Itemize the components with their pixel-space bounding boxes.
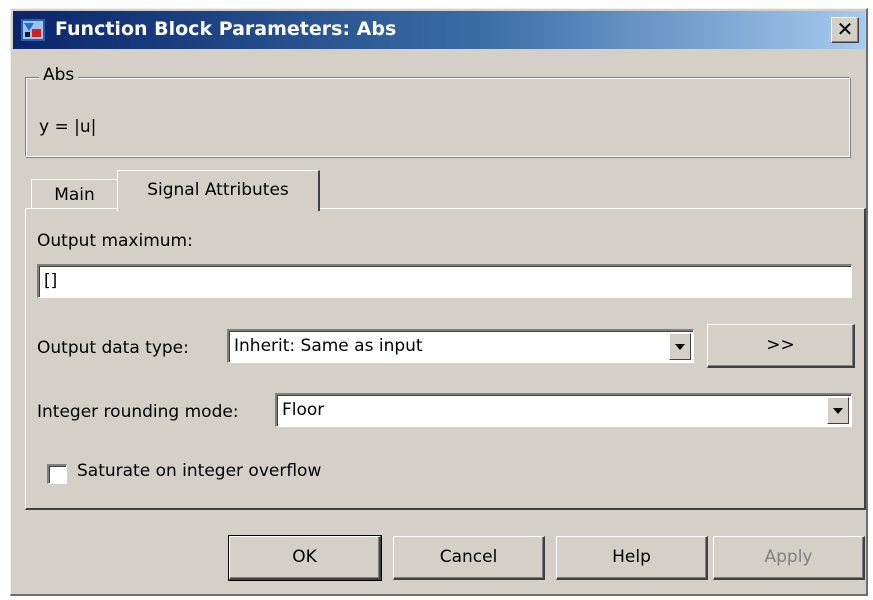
output-data-type-label: Output data type:	[37, 338, 189, 358]
chevron-down-icon[interactable]	[827, 397, 849, 424]
block-description: y = |u|	[39, 117, 97, 137]
integer-rounding-mode-select[interactable]: Floor	[275, 393, 852, 427]
cancel-button[interactable]: Cancel	[393, 536, 545, 580]
integer-rounding-mode-value: Floor	[282, 400, 325, 420]
chevron-down-icon[interactable]	[669, 333, 691, 360]
dialog-window: Function Block Parameters: Abs ✕ Abs y =…	[10, 8, 868, 596]
ok-button[interactable]: OK	[228, 535, 382, 581]
close-button[interactable]: ✕	[831, 17, 859, 43]
tab-signal-attributes[interactable]: Signal Attributes	[117, 170, 320, 211]
window-title: Function Block Parameters: Abs	[55, 18, 397, 40]
apply-button[interactable]: Apply	[713, 536, 865, 580]
help-button[interactable]: Help	[556, 536, 708, 580]
apply-button-label: Apply	[764, 547, 813, 567]
tab-main[interactable]: Main	[31, 179, 119, 209]
data-type-assistant-label: >>	[766, 335, 795, 355]
title-bar[interactable]: Function Block Parameters: Abs ✕	[13, 11, 865, 49]
group-label: Abs	[39, 65, 79, 85]
output-data-type-value: Inherit: Same as input	[234, 336, 423, 356]
close-icon: ✕	[836, 17, 854, 41]
tab-signal-attributes-label: Signal Attributes	[147, 180, 289, 200]
simulink-block-icon	[21, 19, 45, 41]
saturate-label[interactable]: Saturate on integer overflow	[77, 461, 321, 481]
saturate-checkbox[interactable]	[47, 464, 67, 484]
integer-rounding-mode-label: Integer rounding mode:	[37, 402, 239, 422]
block-description-group	[25, 77, 850, 157]
tab-main-label: Main	[54, 185, 95, 205]
help-button-label: Help	[612, 547, 651, 567]
ok-button-label: OK	[292, 547, 317, 567]
output-data-type-select[interactable]: Inherit: Same as input	[227, 329, 694, 363]
output-maximum-label: Output maximum:	[37, 231, 193, 251]
data-type-assistant-button[interactable]: >>	[707, 324, 855, 368]
cancel-button-label: Cancel	[439, 547, 498, 567]
output-maximum-input[interactable]: []	[37, 264, 852, 298]
